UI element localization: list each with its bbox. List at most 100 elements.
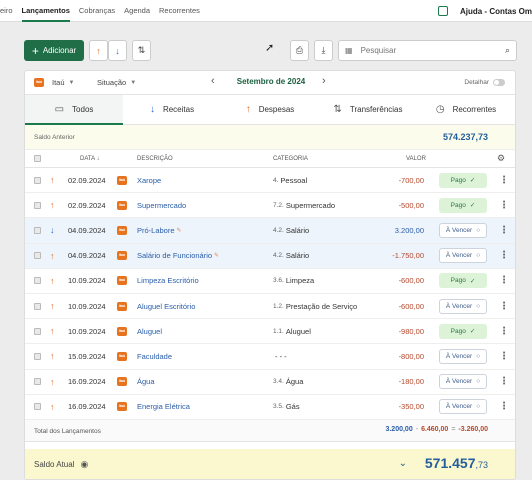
- itau-logo: itaú: [34, 78, 44, 87]
- gear-icon[interactable]: ⚙: [497, 153, 505, 164]
- status-badge[interactable]: Pago ✓: [439, 273, 487, 289]
- top-nav-tab[interactable]: eiro: [0, 0, 13, 22]
- search-input[interactable]: [360, 46, 501, 55]
- status-badge[interactable]: À Vencer ○: [439, 222, 487, 238]
- itau-logo: itaú: [117, 175, 127, 185]
- status-badge[interactable]: Pago ✓: [439, 172, 487, 188]
- print-button[interactable]: ⎙: [290, 40, 309, 61]
- tab-transferências[interactable]: ⇅ Transferências: [319, 95, 417, 124]
- row-checkbox[interactable]: [34, 403, 41, 411]
- row-category-cell: 3.6. Limpeza: [273, 269, 314, 293]
- top-nav-tab[interactable]: Recorrentes: [159, 0, 200, 22]
- search-box[interactable]: ▦ ⌕: [338, 40, 517, 61]
- row-checkbox[interactable]: [34, 277, 41, 285]
- table-row[interactable]: ↑ 10.09.2024 itaú Limpeza Escritório 3.6. Lim…: [25, 269, 515, 294]
- bank-select[interactable]: itaú Itaú ▼: [34, 78, 74, 87]
- focus-icon[interactable]: [437, 6, 448, 16]
- filter-grid-icon[interactable]: ▦: [345, 46, 353, 55]
- header-categoria[interactable]: Categoria: [273, 156, 308, 162]
- row-checkbox[interactable]: [34, 226, 41, 234]
- row-description[interactable]: Supermercado: [137, 201, 186, 210]
- toggle-switch[interactable]: [493, 79, 505, 86]
- more-options-icon[interactable]: ⋮: [499, 244, 509, 268]
- table-row[interactable]: ↑ 15.09.2024 itaú Faculdade - - - -800,00 À Ve…: [25, 344, 515, 370]
- more-options-icon[interactable]: ⋮: [499, 370, 509, 394]
- tab-receitas[interactable]: ↓ Receitas: [123, 95, 221, 124]
- top-nav-tab[interactable]: Cobranças: [79, 0, 115, 22]
- saldo-anterior-value: 574.237,73: [442, 132, 488, 142]
- row-description[interactable]: Aluguel: [137, 327, 162, 336]
- table-row[interactable]: ↑ 16.09.2024 itaú Água 3.4. Água -180,00 À Venc…: [25, 370, 515, 395]
- table-row[interactable]: ↑ 02.09.2024 itaú Supermercado 7.2. Supermerc…: [25, 193, 515, 219]
- filter-despesas-button[interactable]: ↑: [89, 40, 108, 61]
- download-button[interactable]: ⤓: [314, 40, 333, 61]
- totals-resultado: -3.260,00: [458, 425, 488, 433]
- row-description[interactable]: Xarope: [137, 176, 161, 185]
- row-description[interactable]: Aluguel Escritório: [137, 302, 195, 311]
- clock-icon: ◷: [435, 104, 445, 115]
- table-row[interactable]: ↑ 02.09.2024 itaú Xarope 4. Pessoal -700,00 Pag…: [25, 168, 515, 194]
- table-row[interactable]: ↑ 10.09.2024 itaú Aluguel Escritório 1.2. Pre…: [25, 294, 515, 320]
- row-checkbox[interactable]: [34, 201, 41, 209]
- tab-despesas[interactable]: ↑ Despesas: [221, 95, 319, 124]
- chevron-down-icon: ▼: [68, 79, 75, 86]
- row-checkbox[interactable]: [34, 352, 41, 360]
- next-month-button[interactable]: ›: [322, 75, 326, 87]
- row-value: -800,00: [398, 351, 424, 361]
- status-badge[interactable]: Pago ✓: [439, 323, 487, 339]
- detalhar-toggle[interactable]: Detalhar: [464, 79, 505, 86]
- more-options-icon[interactable]: ⋮: [499, 168, 509, 192]
- transfer-button[interactable]: ⇅: [132, 40, 151, 61]
- row-description[interactable]: Faculdade: [137, 352, 172, 361]
- status-badge[interactable]: À Vencer ○: [439, 348, 487, 364]
- row-value: -180,00: [398, 377, 424, 387]
- row-description[interactable]: Energia Elétrica: [137, 402, 190, 411]
- more-options-icon[interactable]: ⋮: [499, 269, 509, 293]
- row-checkbox[interactable]: [34, 378, 41, 386]
- table-row[interactable]: ↓ 04.09.2024 itaú Pró-Labore ✎ 4.2. Salário 3.2…: [25, 218, 515, 244]
- row-description[interactable]: Água: [137, 377, 155, 386]
- status-badge[interactable]: À Vencer ○: [439, 399, 487, 415]
- status-badge[interactable]: À Vencer ○: [439, 374, 487, 390]
- row-checkbox[interactable]: [34, 327, 41, 335]
- more-options-icon[interactable]: ⋮: [499, 395, 509, 419]
- eye-icon[interactable]: ◉: [80, 459, 88, 470]
- top-nav-tab[interactable]: Agenda: [124, 0, 150, 22]
- arrow-up-icon: ↑: [50, 250, 55, 261]
- status-badge[interactable]: À Vencer ○: [439, 298, 487, 314]
- status-badge[interactable]: Pago ✓: [439, 197, 487, 213]
- status-select[interactable]: Situação ▼: [97, 78, 136, 87]
- row-checkbox[interactable]: [34, 302, 41, 310]
- table-row[interactable]: ↑ 10.09.2024 itaú Aluguel 1.1. Aluguel -980,00…: [25, 319, 515, 345]
- table-row[interactable]: ↑ 16.09.2024 itaú Energia Elétrica 3.5. Gás -3…: [25, 395, 515, 420]
- row-description[interactable]: Limpeza Escritório: [137, 276, 199, 285]
- status-badge[interactable]: À Vencer ○: [439, 248, 487, 264]
- more-options-icon[interactable]: ⋮: [499, 218, 509, 242]
- row-checkbox[interactable]: [34, 252, 41, 260]
- row-description[interactable]: Salário de Funcionário: [137, 251, 212, 260]
- row-description-cell: Salário de Funcionário ✎: [137, 244, 219, 268]
- row-category: Limpeza: [285, 276, 315, 286]
- tab-recorrentes[interactable]: ◷ Recorrentes: [417, 95, 515, 124]
- add-button[interactable]: + Adicionar: [24, 40, 84, 61]
- row-description[interactable]: Pró-Labore: [137, 226, 175, 235]
- select-all-checkbox[interactable]: [34, 155, 41, 162]
- search-icon[interactable]: ⌕: [505, 45, 510, 56]
- header-descricao[interactable]: Descrição: [137, 156, 173, 162]
- top-nav-tab[interactable]: Lançamentos: [21, 0, 71, 22]
- row-category-number: 7.2.: [273, 201, 284, 209]
- more-options-icon[interactable]: ⋮: [499, 193, 509, 217]
- more-options-icon[interactable]: ⋮: [499, 294, 509, 318]
- clock-icon: ○: [476, 352, 481, 360]
- more-options-icon[interactable]: ⋮: [499, 319, 509, 343]
- header-valor[interactable]: Valor: [406, 156, 426, 162]
- help-link[interactable]: Ajuda - Contas Om: [460, 7, 532, 16]
- header-data[interactable]: Data ↓: [80, 156, 99, 162]
- chevron-down-icon[interactable]: ⌄: [399, 458, 407, 469]
- more-options-icon[interactable]: ⋮: [499, 344, 509, 368]
- month-label[interactable]: Setembro de 2024: [211, 77, 331, 86]
- table-row[interactable]: ↑ 04.09.2024 itaú Salário de Funcionário ✎ 4.…: [25, 243, 515, 269]
- tab-todos[interactable]: ▭ Todos: [25, 95, 123, 125]
- filter-receitas-button[interactable]: ↓: [108, 40, 127, 61]
- row-checkbox[interactable]: [34, 176, 41, 184]
